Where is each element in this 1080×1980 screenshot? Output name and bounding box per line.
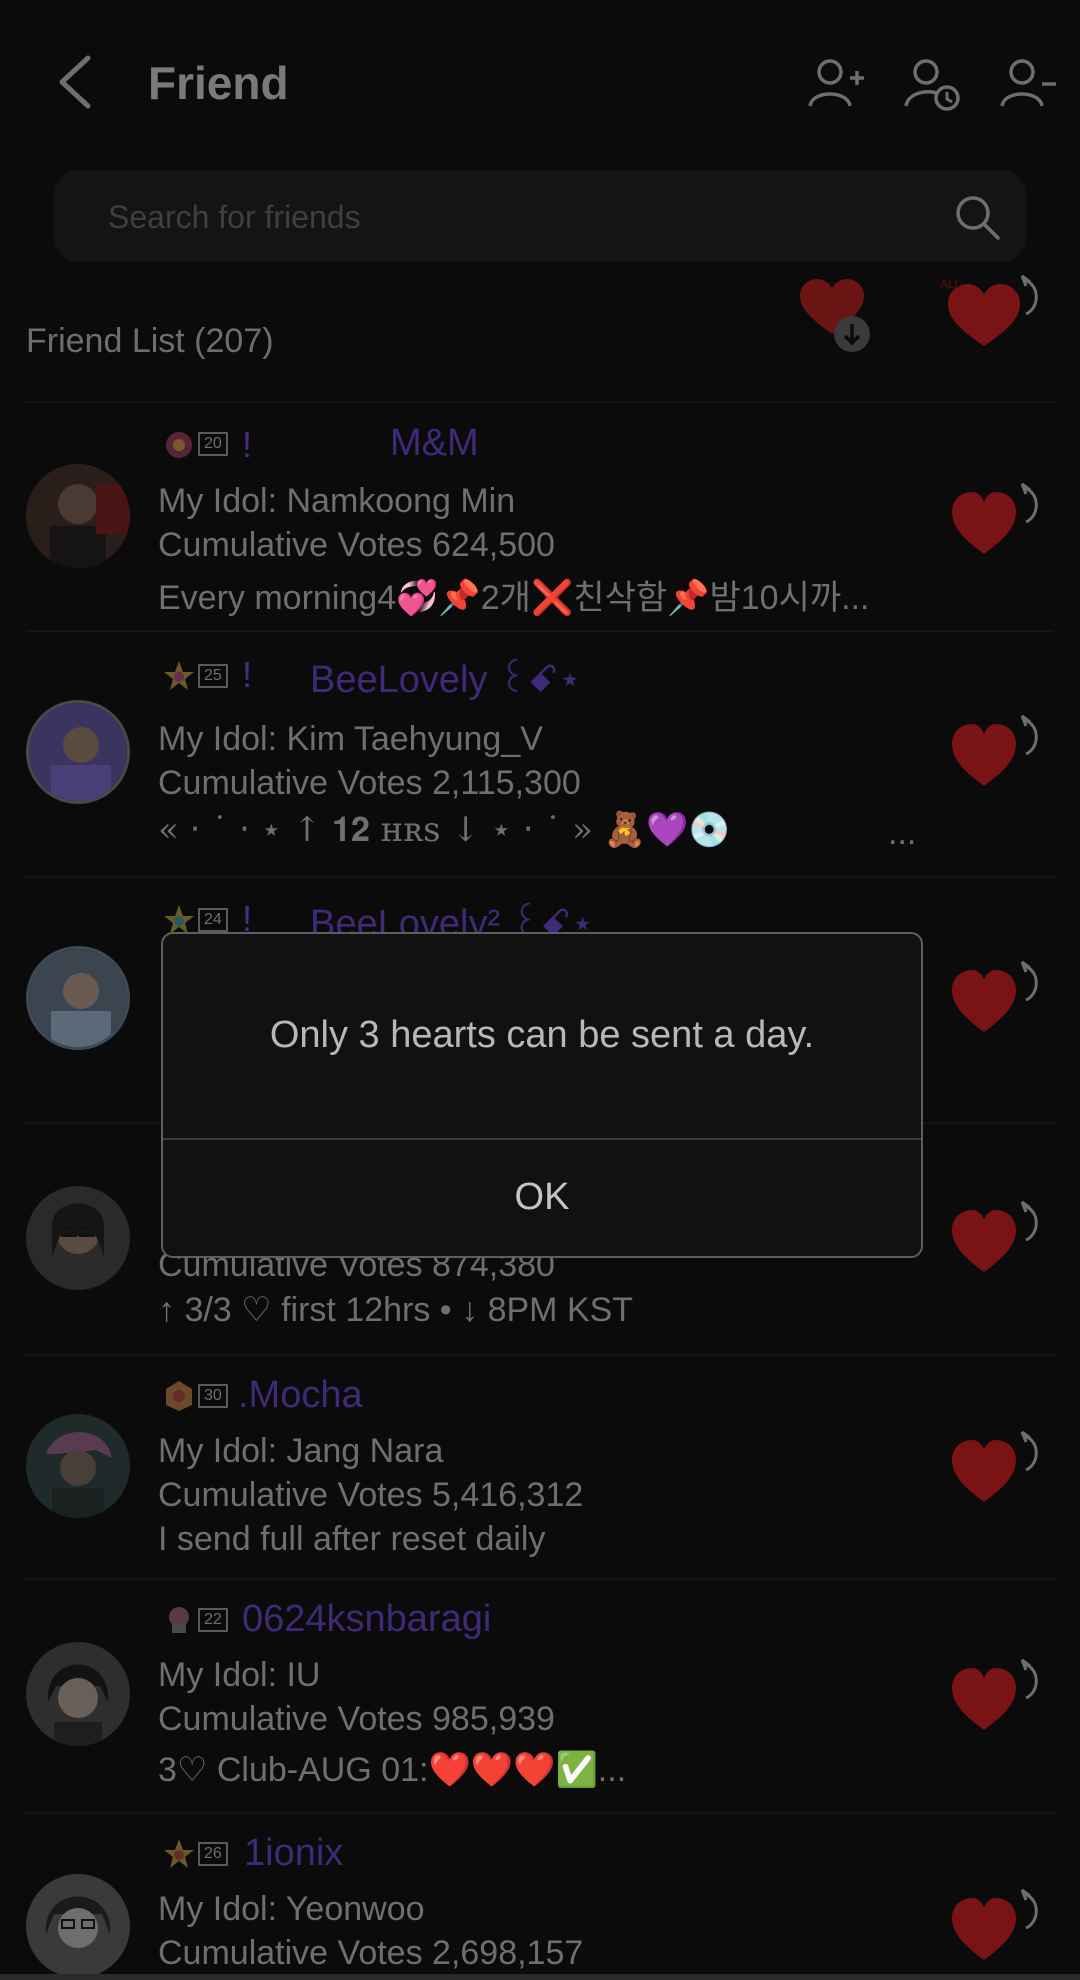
avatar[interactable] [26, 1874, 130, 1978]
friend-status: « ‧ ˙ ‧ ⋆ ↑ 𝟏𝟐 ʜʀs ↓ ⋆ ‧ ˙ » 🧸💜💿 [158, 810, 731, 850]
friend-votes: Cumulative Votes 2,698,157 [158, 1934, 584, 1972]
avatar[interactable] [26, 700, 130, 804]
level-crest-icon [166, 1381, 192, 1411]
friend-row[interactable]: 25 ! BeeLovely ꒰ꗃ⋆ My Idol: Kim Taehyung… [0, 632, 1080, 876]
friend-nickname: 1ionix [244, 1832, 344, 1874]
send-heart-icon[interactable] [948, 960, 1040, 1036]
level-badge: 25 [162, 656, 228, 696]
friend-votes: Cumulative Votes 624,500 [158, 526, 555, 564]
level-crest-icon [169, 1607, 189, 1633]
friend-nickname: 0624ksnbaragi [242, 1598, 492, 1640]
header: Friend [0, 0, 1080, 170]
send-heart-icon[interactable] [948, 1200, 1040, 1276]
search-icon[interactable] [952, 192, 1002, 242]
search-input[interactable] [106, 192, 910, 242]
friend-votes: Cumulative Votes 2,115,300 [158, 764, 581, 802]
friend-nickname: M&M [390, 422, 479, 464]
avatar[interactable] [26, 946, 130, 1050]
friend-idol: My Idol: Jang Nara [158, 1432, 444, 1470]
level-badge: 20 [162, 424, 228, 464]
search-bar [54, 170, 1026, 262]
svg-text:ALL: ALL [940, 277, 962, 291]
friend-idol: My Idol: IU [158, 1656, 321, 1694]
send-heart-icon[interactable] [948, 1888, 1040, 1964]
friend-status: Every morning4💞📌2개❌친삭함📌밤10시까... [158, 579, 870, 617]
send-heart-icon[interactable] [948, 1658, 1040, 1734]
alert-dialog: Only 3 hearts can be sent a day. OK [161, 932, 923, 1258]
receive-hearts-icon[interactable] [796, 276, 876, 354]
friend-list-title: Friend List (207) [26, 322, 274, 360]
level-badge: 30 [162, 1376, 228, 1416]
friend-votes: Cumulative Votes 5,416,312 [158, 1476, 584, 1514]
avatar[interactable] [26, 1186, 130, 1290]
friend-status: ↑ 3/3 ♡ first 12hrs • ↓ 8PM KST [158, 1291, 634, 1329]
avatar[interactable] [26, 464, 130, 568]
add-friend-icon[interactable] [806, 54, 866, 114]
friend-row[interactable]: 20 ! M&M My Idol: Namkoong Min Cumulativ… [0, 402, 1080, 630]
bottom-edge-bar [0, 1974, 1080, 1980]
more-ellipsis: ... [888, 814, 917, 852]
friend-row[interactable]: 22 0624ksnbaragi My Idol: IU Cumulative … [0, 1580, 1080, 1812]
avatar[interactable] [26, 1414, 130, 1518]
friend-status: 3♡ Club-AUG 01:❤️❤️❤️✅... [158, 1751, 627, 1789]
level-star-icon [164, 1839, 194, 1868]
dialog-message: Only 3 hearts can be sent a day. [269, 1014, 815, 1056]
level-badge: 22 [162, 1600, 228, 1640]
send-heart-icon[interactable] [948, 1430, 1040, 1506]
send-heart-icon[interactable] [948, 482, 1040, 558]
friend-votes: Cumulative Votes 985,939 [158, 1700, 555, 1738]
friend-status: I send full after reset daily [158, 1520, 546, 1558]
friend-row[interactable]: 26 1ionix My Idol: Yeonwoo Cumulative Vo… [0, 1814, 1080, 1980]
friend-idol: My Idol: Namkoong Min [158, 482, 516, 520]
ok-button[interactable]: OK [163, 1140, 921, 1254]
friend-nickname: BeeLovely ꒰ꗃ⋆ [310, 659, 582, 701]
friend-screen: Friend Friend List (207) [0, 0, 1080, 1980]
avatar[interactable] [26, 1642, 130, 1746]
friend-nickname: .Mocha [238, 1374, 363, 1416]
back-arrow-icon[interactable] [48, 52, 104, 112]
page-title: Friend [148, 57, 289, 109]
friend-row[interactable]: 30 .Mocha My Idol: Jang Nara Cumulative … [0, 1356, 1080, 1578]
remove-friend-icon[interactable] [998, 54, 1058, 114]
level-badge: 26 [162, 1834, 228, 1874]
friend-idol: My Idol: Kim Taehyung_V [158, 720, 543, 758]
send-all-hearts-icon[interactable]: ALL [940, 274, 1040, 350]
level-star-icon [164, 661, 194, 690]
friend-requests-icon[interactable] [902, 54, 962, 114]
send-heart-icon[interactable] [948, 714, 1040, 790]
level-crest-icon [166, 432, 192, 458]
friend-idol: My Idol: Yeonwoo [158, 1890, 425, 1928]
